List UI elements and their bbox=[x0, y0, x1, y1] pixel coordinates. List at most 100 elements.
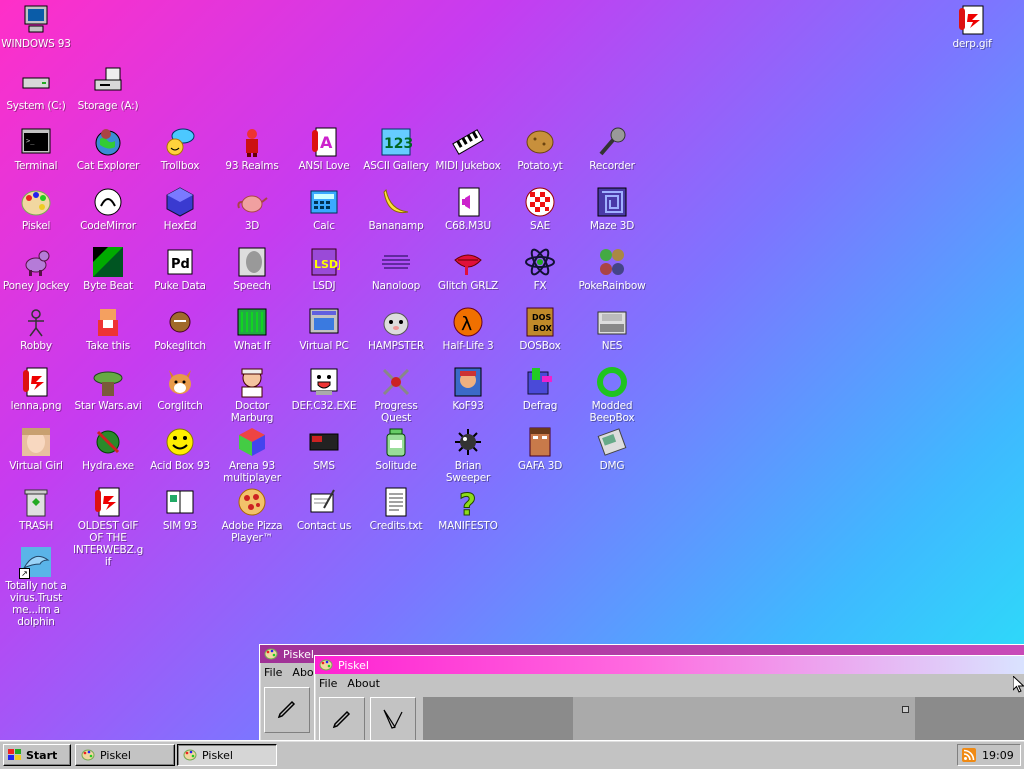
task-button-piskel-2[interactable]: Piskel bbox=[177, 744, 277, 766]
potato-icon bbox=[524, 126, 556, 158]
icon-label: CodeMirror bbox=[80, 220, 136, 232]
desktop-icon-brian-sweeper[interactable]: Brian Sweeper bbox=[432, 426, 504, 484]
desktop-icon-recorder[interactable]: Recorder bbox=[576, 126, 648, 172]
desktop-icon-codemirror[interactable]: CodeMirror bbox=[72, 186, 144, 232]
master-system-icon bbox=[308, 426, 340, 458]
canvas-area-right[interactable] bbox=[915, 697, 1024, 741]
trash-icon bbox=[20, 486, 52, 518]
desktop-icon-midi-jukebox[interactable]: MIDI Jukebox bbox=[432, 126, 504, 172]
svg-text:>_: >_ bbox=[26, 137, 35, 145]
gif-file-icon bbox=[956, 4, 988, 36]
shortcut-arrow-icon: ↗ bbox=[19, 568, 30, 579]
menu-file[interactable]: File bbox=[319, 677, 337, 690]
icon-label: Piskel bbox=[21, 220, 51, 232]
menu-about[interactable]: Abo bbox=[292, 666, 313, 679]
canvas-handle[interactable] bbox=[902, 706, 909, 713]
desktop-icon-byte-beat[interactable]: Byte Beat bbox=[72, 246, 144, 292]
desktop-icon-nanoloop[interactable]: Nanoloop bbox=[360, 246, 432, 292]
desktop-icon-manifesto[interactable]: ? MANIFESTO bbox=[432, 486, 504, 533]
menu-file[interactable]: File bbox=[264, 666, 282, 679]
desktop-icon-star-wars-avi[interactable]: Star Wars.avi bbox=[72, 366, 144, 412]
desktop-icon-def-c32[interactable]: DEF.C32.EXE bbox=[288, 366, 360, 412]
desktop-icon-take-this[interactable]: Take this bbox=[72, 306, 144, 352]
pen-tool-button[interactable] bbox=[319, 697, 365, 743]
piskel-window-front[interactable]: Piskel File About bbox=[314, 655, 1024, 743]
desktop-icon-trash[interactable]: TRASH bbox=[0, 486, 72, 532]
desktop-icon-trollbox[interactable]: Trollbox bbox=[144, 126, 216, 172]
desktop-icon-sim-93[interactable]: SIM 93 bbox=[144, 486, 216, 532]
desktop-icon-hexed[interactable]: HexEd bbox=[144, 186, 216, 232]
desktop-icon-lsdj[interactable]: LSDJ LSDJ bbox=[288, 246, 360, 292]
desktop-icon-calc[interactable]: Calc bbox=[288, 186, 360, 232]
desktop-icon-what-if[interactable]: What If bbox=[216, 306, 288, 352]
desktop-icon-storage-a[interactable]: Storage (A:) bbox=[72, 66, 144, 112]
vertical-mirror-pen-button[interactable] bbox=[370, 697, 416, 743]
desktop-icon-doctor-marburg[interactable]: Doctor Marburg bbox=[216, 366, 288, 424]
desktop-icon-sae[interactable]: SAE bbox=[504, 186, 576, 232]
start-button[interactable]: Start bbox=[3, 744, 71, 766]
pokerainbow-icon bbox=[596, 246, 628, 278]
desktop-icon-modded-beepbox[interactable]: Modded BeepBox bbox=[576, 366, 648, 424]
window-titlebar[interactable]: Piskel bbox=[315, 656, 1024, 674]
desktop-icon-adobe-pizza[interactable]: Adobe Pizza Player™ bbox=[216, 486, 288, 544]
desktop-icon-ansi-love[interactable]: A ANSI Love bbox=[288, 126, 360, 172]
desktop-icon-poney-jockey[interactable]: Poney Jockey bbox=[0, 246, 72, 292]
desktop-icon-93-realms[interactable]: 93 Realms bbox=[216, 126, 288, 172]
desktop-icon-oldest-gif[interactable]: OLDEST GIF OF THE INTERWEBZ.gif bbox=[72, 486, 144, 568]
desktop-icon-windows93[interactable]: WINDOWS 93 bbox=[0, 4, 72, 50]
desktop-icon-dmg[interactable]: DMG bbox=[576, 426, 648, 472]
desktop-icon-fx[interactable]: FX bbox=[504, 246, 576, 292]
desktop-icon-bananamp[interactable]: Bananamp bbox=[360, 186, 432, 232]
doctor-icon bbox=[236, 366, 268, 398]
desktop-icon-system-c[interactable]: System (C:) bbox=[0, 66, 72, 112]
desktop-icon-corglitch[interactable]: Corglitch bbox=[144, 366, 216, 412]
desktop-icon-derp-gif[interactable]: derp.gif bbox=[936, 4, 1008, 50]
pen-tool-button[interactable] bbox=[264, 687, 310, 733]
desktop-icon-solitude[interactable]: Solitude bbox=[360, 426, 432, 472]
desktop-icon-piskel[interactable]: Piskel bbox=[0, 186, 72, 232]
icon-label: What If bbox=[233, 340, 271, 352]
desktop-icon-pokeglitch[interactable]: Pokeglitch bbox=[144, 306, 216, 352]
desktop-icon-gafa-3d[interactable]: GAFA 3D bbox=[504, 426, 576, 472]
desktop-icon-terminal[interactable]: >_ Terminal bbox=[0, 126, 72, 172]
desktop-icon-half-life-3[interactable]: λ Half-Life 3 bbox=[432, 306, 504, 352]
desktop-icon-dolphin[interactable]: ↗ Totally not a virus.Trust me...im a dol… bbox=[0, 546, 72, 628]
desktop-icon-sms[interactable]: SMS bbox=[288, 426, 360, 472]
desktop-icon-acid-box-93[interactable]: Acid Box 93 bbox=[144, 426, 216, 472]
desktop-icon-cat-explorer[interactable]: Cat Explorer bbox=[72, 126, 144, 172]
desktop-icon-defrag[interactable]: Defrag bbox=[504, 366, 576, 412]
desktop-icon-lenna-png[interactable]: lenna.png bbox=[0, 366, 72, 412]
desktop-icon-3d[interactable]: 3D bbox=[216, 186, 288, 232]
desktop-icon-dosbox[interactable]: DOS BOX DOSBox bbox=[504, 306, 576, 352]
svg-text:A: A bbox=[320, 133, 333, 152]
canvas-area-left[interactable] bbox=[423, 697, 573, 741]
desktop-icon-puke-data[interactable]: Pd Puke Data bbox=[144, 246, 216, 292]
canvas-area[interactable] bbox=[573, 697, 915, 741]
desktop-icon-virtual-girl[interactable]: Virtual Girl bbox=[0, 426, 72, 472]
desktop-icon-hydra-exe[interactable]: Hydra.exe bbox=[72, 426, 144, 472]
desktop-icon-pokerainbow[interactable]: PokeRainbow bbox=[576, 246, 648, 292]
desktop-icon-hampster[interactable]: HAMPSTER bbox=[360, 306, 432, 352]
rss-feed-icon[interactable] bbox=[962, 748, 976, 762]
menu-about[interactable]: About bbox=[347, 677, 380, 690]
desktop-icon-potato-yt[interactable]: Potato.yt bbox=[504, 126, 576, 172]
window-title: Piskel bbox=[338, 658, 369, 672]
icon-label: Calc bbox=[313, 220, 335, 232]
codemirror-icon bbox=[92, 186, 124, 218]
desktop-icon-c68-m3u[interactable]: C68.M3U bbox=[432, 186, 504, 232]
desktop-icon-glitch-grlz[interactable]: Glitch GRLZ bbox=[432, 246, 504, 292]
desktop-icon-nes[interactable]: NES bbox=[576, 306, 648, 352]
desktop-icon-maze-3d[interactable]: Maze 3D bbox=[576, 186, 648, 232]
desktop-icon-virtual-pc[interactable]: Virtual PC bbox=[288, 306, 360, 352]
desktop-icon-kof93[interactable]: KoF93 bbox=[432, 366, 504, 412]
desktop-icon-ascii-gallery[interactable]: 123 ASCII Gallery bbox=[360, 126, 432, 172]
desktop-icon-arena-93[interactable]: Arena 93 multiplayer bbox=[216, 426, 288, 484]
desktop-icon-speech[interactable]: Speech bbox=[216, 246, 288, 292]
desktop-icon-robby[interactable]: Robby bbox=[0, 306, 72, 352]
start-label: Start bbox=[26, 748, 58, 762]
icon-label: Defrag bbox=[522, 400, 558, 412]
desktop-icon-progress-quest[interactable]: Progress Quest bbox=[360, 366, 432, 424]
desktop-icon-contact-us[interactable]: Contact us bbox=[288, 486, 360, 532]
desktop-icon-credits-txt[interactable]: Credits.txt bbox=[360, 486, 432, 532]
task-button-piskel-1[interactable]: Piskel bbox=[75, 744, 175, 766]
